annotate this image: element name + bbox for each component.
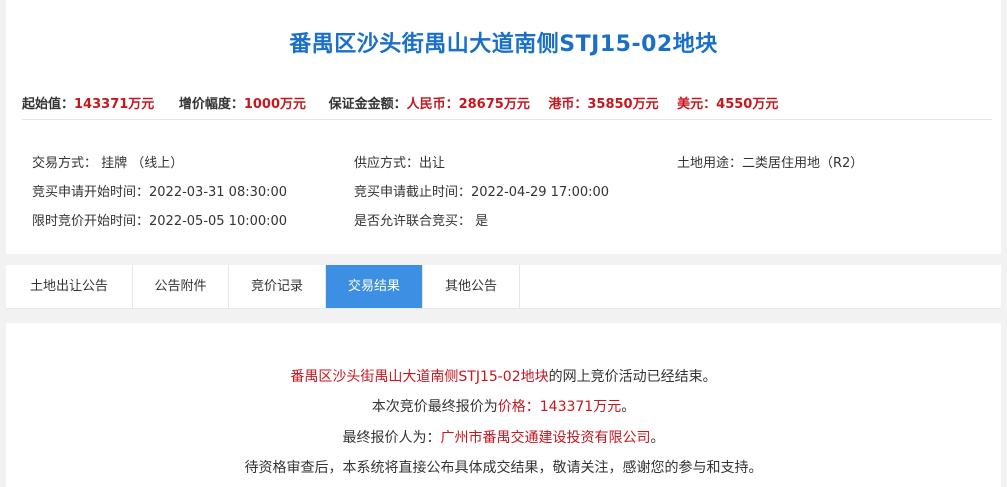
deposit-hkd: 港币：35850万元 <box>548 97 659 112</box>
page-title: 番禺区沙头街禺山大道南侧STJ15-02地块 <box>289 32 718 57</box>
increment: 增价幅度：1000万元 <box>178 97 307 112</box>
price-summary-bar: 起始值：143371万元 增价幅度：1000万元 保证金金额：人民币：28675… <box>22 93 992 120</box>
info-row: 交易方式： 挂牌 （线上） 供应方式：出让 土地用途：二类居住用地（R2） <box>32 152 992 181</box>
listing-info-grid: 交易方式： 挂牌 （线上） 供应方式：出让 土地用途：二类居住用地（R2） 竞买… <box>32 152 992 239</box>
apply-end-time: 竞买申请截止时间：2022-04-29 17:00:00 <box>354 185 610 200</box>
deposit: 保证金金额：人民币：28675万元 <box>328 97 530 112</box>
apply-start-time: 竞买申请开始时间：2022-03-31 08:30:00 <box>32 185 288 200</box>
result-line-1: 番禺区沙头街禺山大道南侧STJ15-02地块的网上竞价活动已经结束。 <box>290 369 717 385</box>
supply-mode: 供应方式：出让 <box>354 156 446 171</box>
start-price: 起始值：143371万元 <box>22 97 155 112</box>
land-use: 土地用途：二类居住用地（R2） <box>677 156 864 171</box>
deposit-usd: 美元：4550万元 <box>677 97 779 112</box>
tab-land-notice[interactable]: 土地出让公告 <box>6 265 133 308</box>
tab-trade-result[interactable]: 交易结果 <box>326 265 423 308</box>
result-line-3: 最终报价人为：广州市番禺交通建设投资有限公司。 <box>342 430 665 446</box>
tab-other-notices[interactable]: 其他公告 <box>423 265 520 308</box>
result-line-4: 待资格审查后，本系统将直接公布具体成交结果，敬请关注，感谢您的参与和支持。 <box>244 460 763 476</box>
bid-start-time: 限时竞价开始时间：2022-05-05 10:00:00 <box>32 214 288 229</box>
info-row: 限时竞价开始时间：2022-05-05 10:00:00 是否允许联合竞买： 是 <box>32 210 992 239</box>
info-row: 竞买申请开始时间：2022-03-31 08:30:00 竞买申请截止时间：20… <box>32 181 992 210</box>
listing-header-panel: 番禺区沙头街禺山大道南侧STJ15-02地块 起始值：143371万元 增价幅度… <box>6 0 1001 254</box>
joint-bid-allowed: 是否允许联合竞买： 是 <box>354 214 489 229</box>
result-content: 番禺区沙头街禺山大道南侧STJ15-02地块的网上竞价活动已经结束。 本次竞价最… <box>6 323 1001 487</box>
tab-bar: 土地出让公告 公告附件 竞价记录 交易结果 其他公告 <box>6 265 1001 309</box>
trade-mode: 交易方式： 挂牌 （线上） <box>32 156 184 171</box>
result-line-2: 本次竞价最终报价为价格：143371万元。 <box>371 399 636 415</box>
tab-attachments[interactable]: 公告附件 <box>133 265 229 308</box>
tab-bid-records[interactable]: 竞价记录 <box>229 265 326 308</box>
